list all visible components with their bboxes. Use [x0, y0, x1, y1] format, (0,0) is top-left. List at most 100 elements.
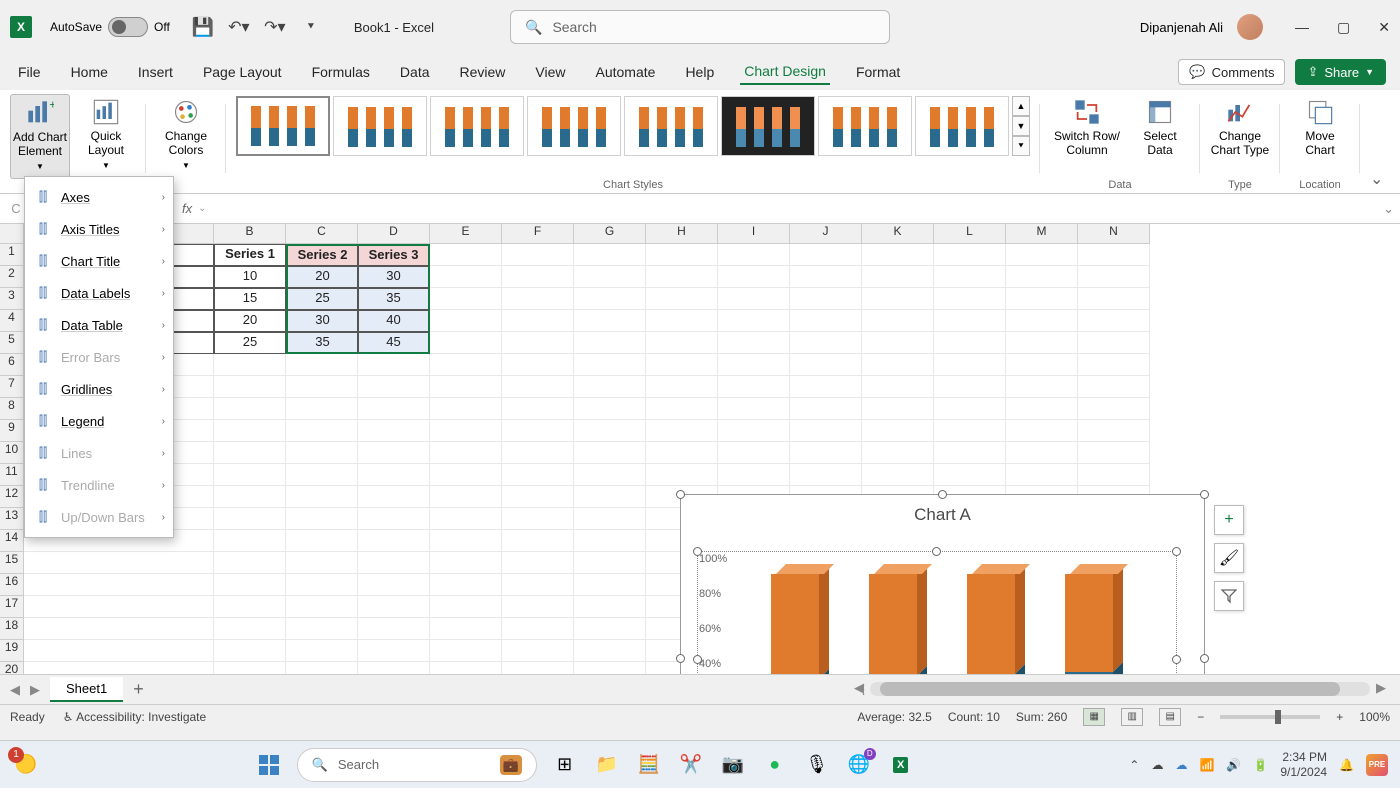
autosave-toggle[interactable]: AutoSave Off [50, 17, 170, 37]
cell[interactable] [286, 420, 358, 442]
cell[interactable] [574, 552, 646, 574]
cell[interactable]: Series 2 [286, 244, 358, 266]
redo-button[interactable]: ↷▾ [264, 16, 286, 38]
menu-item-data-table[interactable]: ⫿⫿Data Table› [25, 309, 173, 341]
row-header[interactable]: 16 [0, 574, 24, 596]
cell[interactable] [790, 376, 862, 398]
cell[interactable] [286, 398, 358, 420]
cell[interactable] [934, 420, 1006, 442]
row-header[interactable]: 15 [0, 552, 24, 574]
embedded-chart[interactable]: Chart A 0%20%40%60%80%100%1234 Series 2 … [680, 494, 1205, 674]
cell[interactable] [358, 464, 430, 486]
cell[interactable] [1078, 398, 1150, 420]
cell[interactable] [574, 244, 646, 266]
select-all-corner[interactable] [0, 224, 24, 244]
menu-item-chart-title[interactable]: ⫿⫿Chart Title› [25, 245, 173, 277]
cell[interactable] [646, 332, 718, 354]
cell[interactable] [286, 596, 358, 618]
chart-elements-button[interactable]: + [1214, 505, 1244, 535]
view-page-break-button[interactable]: ▤ [1159, 708, 1181, 726]
cell[interactable] [286, 354, 358, 376]
chart-style-thumb[interactable] [818, 96, 912, 156]
select-data-button[interactable]: Select Data [1130, 94, 1190, 179]
menu-item-legend[interactable]: ⫿⫿Legend› [25, 405, 173, 437]
cell[interactable] [934, 332, 1006, 354]
row-header[interactable]: 19 [0, 640, 24, 662]
chart-title[interactable]: Chart A [681, 505, 1204, 525]
cell[interactable] [718, 288, 790, 310]
cell[interactable] [286, 662, 358, 674]
cell[interactable] [790, 464, 862, 486]
cell[interactable] [1006, 420, 1078, 442]
cell[interactable] [502, 530, 574, 552]
cell[interactable] [1006, 288, 1078, 310]
cell[interactable] [934, 244, 1006, 266]
cell[interactable] [718, 310, 790, 332]
menu-item-axis-titles[interactable]: ⫿⫿Axis Titles› [25, 213, 173, 245]
tray-wifi-icon[interactable]: 📶 [1199, 758, 1214, 772]
cell[interactable] [1078, 442, 1150, 464]
cell[interactable]: Series 3 [358, 244, 430, 266]
save-button[interactable]: 💾 [192, 16, 214, 38]
cell[interactable] [646, 354, 718, 376]
cell[interactable] [430, 266, 502, 288]
taskbar-task-view-icon[interactable]: ⊞ [551, 751, 579, 779]
cell[interactable] [1078, 420, 1150, 442]
undo-button[interactable]: ↶▾ [228, 16, 250, 38]
cell[interactable] [1006, 376, 1078, 398]
cell[interactable] [24, 662, 214, 674]
cell[interactable] [430, 508, 502, 530]
cell[interactable] [502, 288, 574, 310]
cell[interactable] [358, 596, 430, 618]
cell[interactable] [430, 464, 502, 486]
column-header[interactable]: K [862, 224, 934, 244]
cell[interactable]: 35 [286, 332, 358, 354]
cell[interactable] [1006, 464, 1078, 486]
cell[interactable] [286, 640, 358, 662]
column-header[interactable]: M [1006, 224, 1078, 244]
column-header[interactable]: I [718, 224, 790, 244]
taskbar-snip-icon[interactable]: ✂️ [677, 751, 705, 779]
cell[interactable] [502, 398, 574, 420]
cell[interactable] [286, 486, 358, 508]
move-chart-button[interactable]: Move Chart [1290, 94, 1350, 179]
cell[interactable] [24, 596, 214, 618]
tab-review[interactable]: Review [456, 60, 510, 84]
chart-style-thumb[interactable] [915, 96, 1009, 156]
cell[interactable] [358, 442, 430, 464]
styles-more-button[interactable]: ⯆ [1012, 136, 1030, 156]
cell[interactable] [214, 508, 286, 530]
view-page-layout-button[interactable]: ▥ [1121, 708, 1143, 726]
chart-style-thumb[interactable] [430, 96, 524, 156]
cell[interactable] [646, 398, 718, 420]
tab-automate[interactable]: Automate [592, 60, 660, 84]
cell[interactable] [1078, 354, 1150, 376]
cell[interactable] [358, 574, 430, 596]
cell[interactable] [214, 420, 286, 442]
cell[interactable] [286, 442, 358, 464]
cell[interactable] [430, 354, 502, 376]
cell[interactable] [790, 442, 862, 464]
cell[interactable] [574, 288, 646, 310]
cell[interactable] [502, 486, 574, 508]
tray-onedrive-icon[interactable]: ☁ [1151, 758, 1163, 772]
cell[interactable] [214, 530, 286, 552]
styles-scroll-down[interactable]: ▼ [1012, 116, 1030, 136]
maximize-button[interactable]: ▢ [1337, 19, 1350, 36]
taskbar-explorer-icon[interactable]: 📁 [593, 751, 621, 779]
spreadsheet-grid[interactable]: ABCDEFGHIJKLMN 1Series 1Series 2Series 3… [0, 224, 1400, 674]
menu-item-gridlines[interactable]: ⫿⫿Gridlines› [25, 373, 173, 405]
cell[interactable] [286, 464, 358, 486]
cell[interactable] [646, 376, 718, 398]
view-normal-button[interactable]: ▦ [1083, 708, 1105, 726]
taskbar-calculator-icon[interactable]: 🧮 [635, 751, 663, 779]
cell[interactable] [574, 574, 646, 596]
menu-item-data-labels[interactable]: ⫿⫿Data Labels› [25, 277, 173, 309]
cell[interactable] [430, 574, 502, 596]
row-header[interactable]: 10 [0, 442, 24, 464]
cell[interactable]: 35 [358, 288, 430, 310]
cell[interactable] [214, 574, 286, 596]
horizontal-scrollbar[interactable]: ◀ ▶ [870, 682, 1370, 696]
row-header[interactable]: 5 [0, 332, 24, 354]
taskbar-search[interactable]: 🔍 Search 💼 [297, 748, 537, 782]
